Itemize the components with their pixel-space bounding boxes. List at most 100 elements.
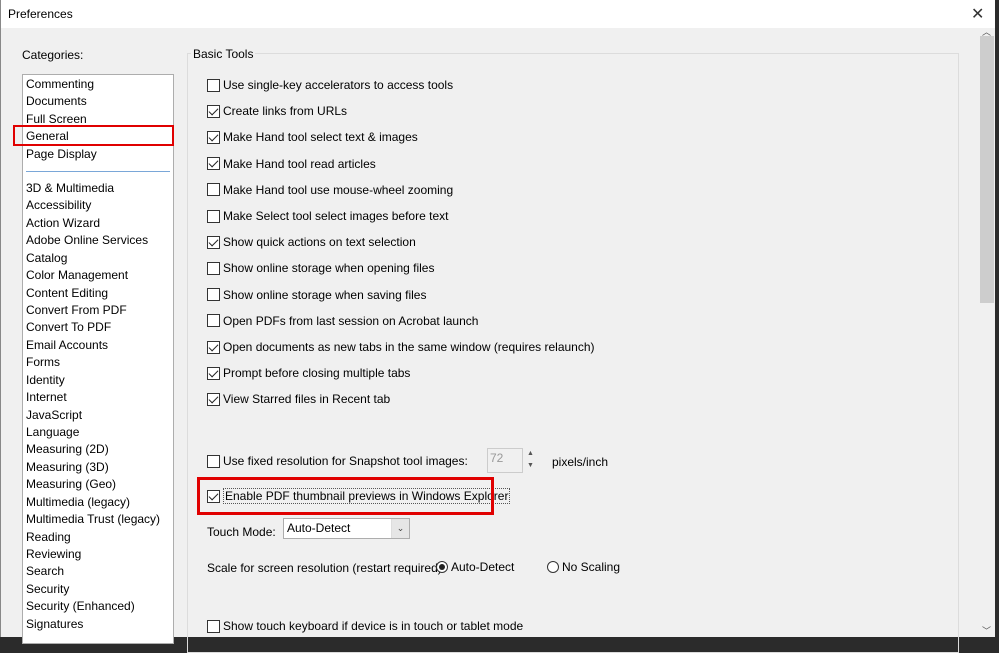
category-javascript[interactable]: JavaScript	[26, 407, 82, 424]
checkbox[interactable]	[207, 209, 220, 223]
category-measuring-3d-[interactable]: Measuring (3D)	[26, 459, 109, 476]
radio-button[interactable]	[436, 561, 448, 573]
touch-mode-select[interactable]: Auto-Detect ⌄	[283, 518, 410, 539]
category-reading[interactable]: Reading	[26, 529, 71, 546]
chevron-down-icon[interactable]: ▼	[523, 460, 538, 472]
option-checkbox[interactable]: Open documents as new tabs in the same w…	[207, 339, 595, 355]
category-measuring-geo-[interactable]: Measuring (Geo)	[26, 476, 116, 493]
category-page-display[interactable]: Page Display	[26, 146, 97, 163]
category-catalog[interactable]: Catalog	[26, 250, 67, 267]
category-adobe-online-services[interactable]: Adobe Online Services	[26, 232, 148, 249]
category-convert-from-pdf[interactable]: Convert From PDF	[26, 302, 127, 319]
category-documents[interactable]: Documents	[26, 93, 87, 110]
scrollbar[interactable]: ︿ ﹀	[980, 27, 995, 637]
close-icon[interactable]: ✕	[971, 4, 984, 24]
category-language[interactable]: Language	[26, 424, 79, 441]
category-security-enhanced-[interactable]: Security (Enhanced)	[26, 598, 135, 615]
checkbox[interactable]	[207, 314, 220, 328]
touch-keyboard-checkbox[interactable]: Show touch keyboard if device is in touc…	[207, 618, 523, 634]
touch-mode-label: Touch Mode:	[207, 525, 276, 539]
radio-label: Auto-Detect	[451, 560, 515, 574]
checkbox[interactable]	[207, 288, 220, 302]
option-label: Make Select tool select images before te…	[223, 209, 449, 223]
option-label: Show touch keyboard if device is in touc…	[223, 619, 524, 633]
selection-highlight-box	[13, 125, 174, 146]
radio-auto-detect[interactable]: Auto-Detect	[436, 560, 514, 574]
radio-no-scaling[interactable]: No Scaling	[547, 560, 620, 574]
option-checkbox[interactable]: Show online storage when saving files	[207, 287, 426, 303]
categories-list[interactable]: Commenting Documents Full Screen General Pag…	[22, 74, 174, 644]
radio-label: No Scaling	[562, 560, 621, 574]
checkbox[interactable]	[207, 157, 220, 171]
snapshot-resolution-checkbox[interactable]: Use fixed resolution for Snapshot tool i…	[207, 453, 468, 469]
option-label: Create links from URLs	[223, 104, 348, 119]
option-checkbox[interactable]: Prompt before closing multiple tabs	[207, 365, 410, 381]
checkbox[interactable]	[207, 340, 220, 354]
category-internet[interactable]: Internet	[26, 389, 67, 406]
checkbox[interactable]	[207, 619, 220, 633]
option-label: Open PDFs from last session on Acrobat l…	[223, 313, 479, 328]
category-signatures[interactable]: Signatures	[26, 616, 83, 633]
category-convert-to-pdf[interactable]: Convert To PDF	[26, 319, 111, 336]
unit-label: pixels/inch	[552, 455, 609, 469]
category-3d-multimedia[interactable]: 3D & Multimedia	[26, 180, 114, 197]
chevron-up-icon[interactable]: ▲	[523, 448, 538, 460]
option-checkbox[interactable]: Make Select tool select images before te…	[207, 208, 448, 224]
category-accessibility[interactable]: Accessibility	[26, 197, 91, 214]
checkbox[interactable]	[207, 235, 220, 249]
option-label: Make Hand tool use mouse-wheel zooming	[223, 182, 454, 197]
checkbox[interactable]	[207, 78, 220, 92]
category-multimedia-legacy-[interactable]: Multimedia (legacy)	[26, 494, 130, 511]
category-reviewing[interactable]: Reviewing	[26, 546, 81, 563]
category-measuring-2d-[interactable]: Measuring (2D)	[26, 441, 109, 458]
option-checkbox[interactable]: Show quick actions on text selection	[207, 234, 416, 250]
option-label: Show quick actions on text selection	[223, 235, 416, 250]
option-checkbox[interactable]: Use single-key accelerators to access to…	[207, 77, 453, 93]
resolution-input[interactable]: 72	[487, 448, 523, 473]
window-title: Preferences	[8, 7, 73, 21]
option-checkbox[interactable]: Create links from URLs	[207, 103, 347, 119]
option-checkbox[interactable]: Make Hand tool select text & images	[207, 129, 418, 145]
category-forms[interactable]: Forms	[26, 354, 60, 371]
option-checkbox[interactable]: View Starred files in Recent tab	[207, 391, 390, 407]
list-divider	[26, 171, 170, 172]
scale-label: Scale for screen resolution (restart req…	[207, 561, 446, 575]
group-title: Basic Tools	[191, 47, 256, 61]
category-color-management[interactable]: Color Management	[26, 267, 128, 284]
checkbox[interactable]	[207, 104, 220, 118]
category-action-wizard[interactable]: Action Wizard	[26, 215, 100, 232]
option-label: Make Hand tool select text & images	[223, 130, 418, 145]
category-multimedia-trust-legacy-[interactable]: Multimedia Trust (legacy)	[26, 511, 160, 528]
chevron-down-icon[interactable]: ⌄	[391, 519, 409, 538]
checkbox[interactable]	[207, 183, 220, 197]
chevron-down-icon[interactable]: ﹀	[982, 624, 991, 637]
checkbox[interactable]	[207, 392, 220, 406]
checkbox[interactable]	[207, 130, 220, 144]
option-checkbox[interactable]: Show online storage when opening files	[207, 260, 434, 276]
option-label: Make Hand tool read articles	[223, 156, 376, 171]
checkbox[interactable]	[207, 366, 220, 380]
category-identity[interactable]: Identity	[26, 372, 65, 389]
preferences-dialog: Preferences ✕ Categories: Commenting Docu…	[0, 0, 995, 653]
option-checkbox[interactable]: Make Hand tool use mouse-wheel zooming	[207, 182, 453, 198]
checkbox[interactable]	[207, 261, 220, 275]
option-checkbox[interactable]: Make Hand tool read articles	[207, 156, 376, 172]
category-email-accounts[interactable]: Email Accounts	[26, 337, 108, 354]
title-bar: Preferences ✕	[1, 0, 995, 28]
option-checkbox[interactable]: Open PDFs from last session on Acrobat l…	[207, 313, 478, 329]
category-commenting[interactable]: Commenting	[26, 76, 94, 93]
category-security[interactable]: Security	[26, 581, 69, 598]
resolution-stepper[interactable]: ▲ ▼	[523, 448, 538, 473]
scrollbar-thumb[interactable]	[980, 36, 994, 303]
checkbox[interactable]	[207, 454, 220, 468]
option-label: Show online storage when saving files	[223, 287, 427, 302]
thumbnail-highlight-box	[197, 477, 494, 515]
option-label: Prompt before closing multiple tabs	[223, 366, 411, 381]
option-label: Show online storage when opening files	[223, 261, 435, 276]
selected-value: Auto-Detect	[287, 521, 351, 535]
radio-button[interactable]	[547, 561, 559, 573]
category-search[interactable]: Search	[26, 563, 64, 580]
category-content-editing[interactable]: Content Editing	[26, 285, 108, 302]
option-label: View Starred files in Recent tab	[223, 392, 391, 407]
option-label: Open documents as new tabs in the same w…	[223, 340, 595, 354]
